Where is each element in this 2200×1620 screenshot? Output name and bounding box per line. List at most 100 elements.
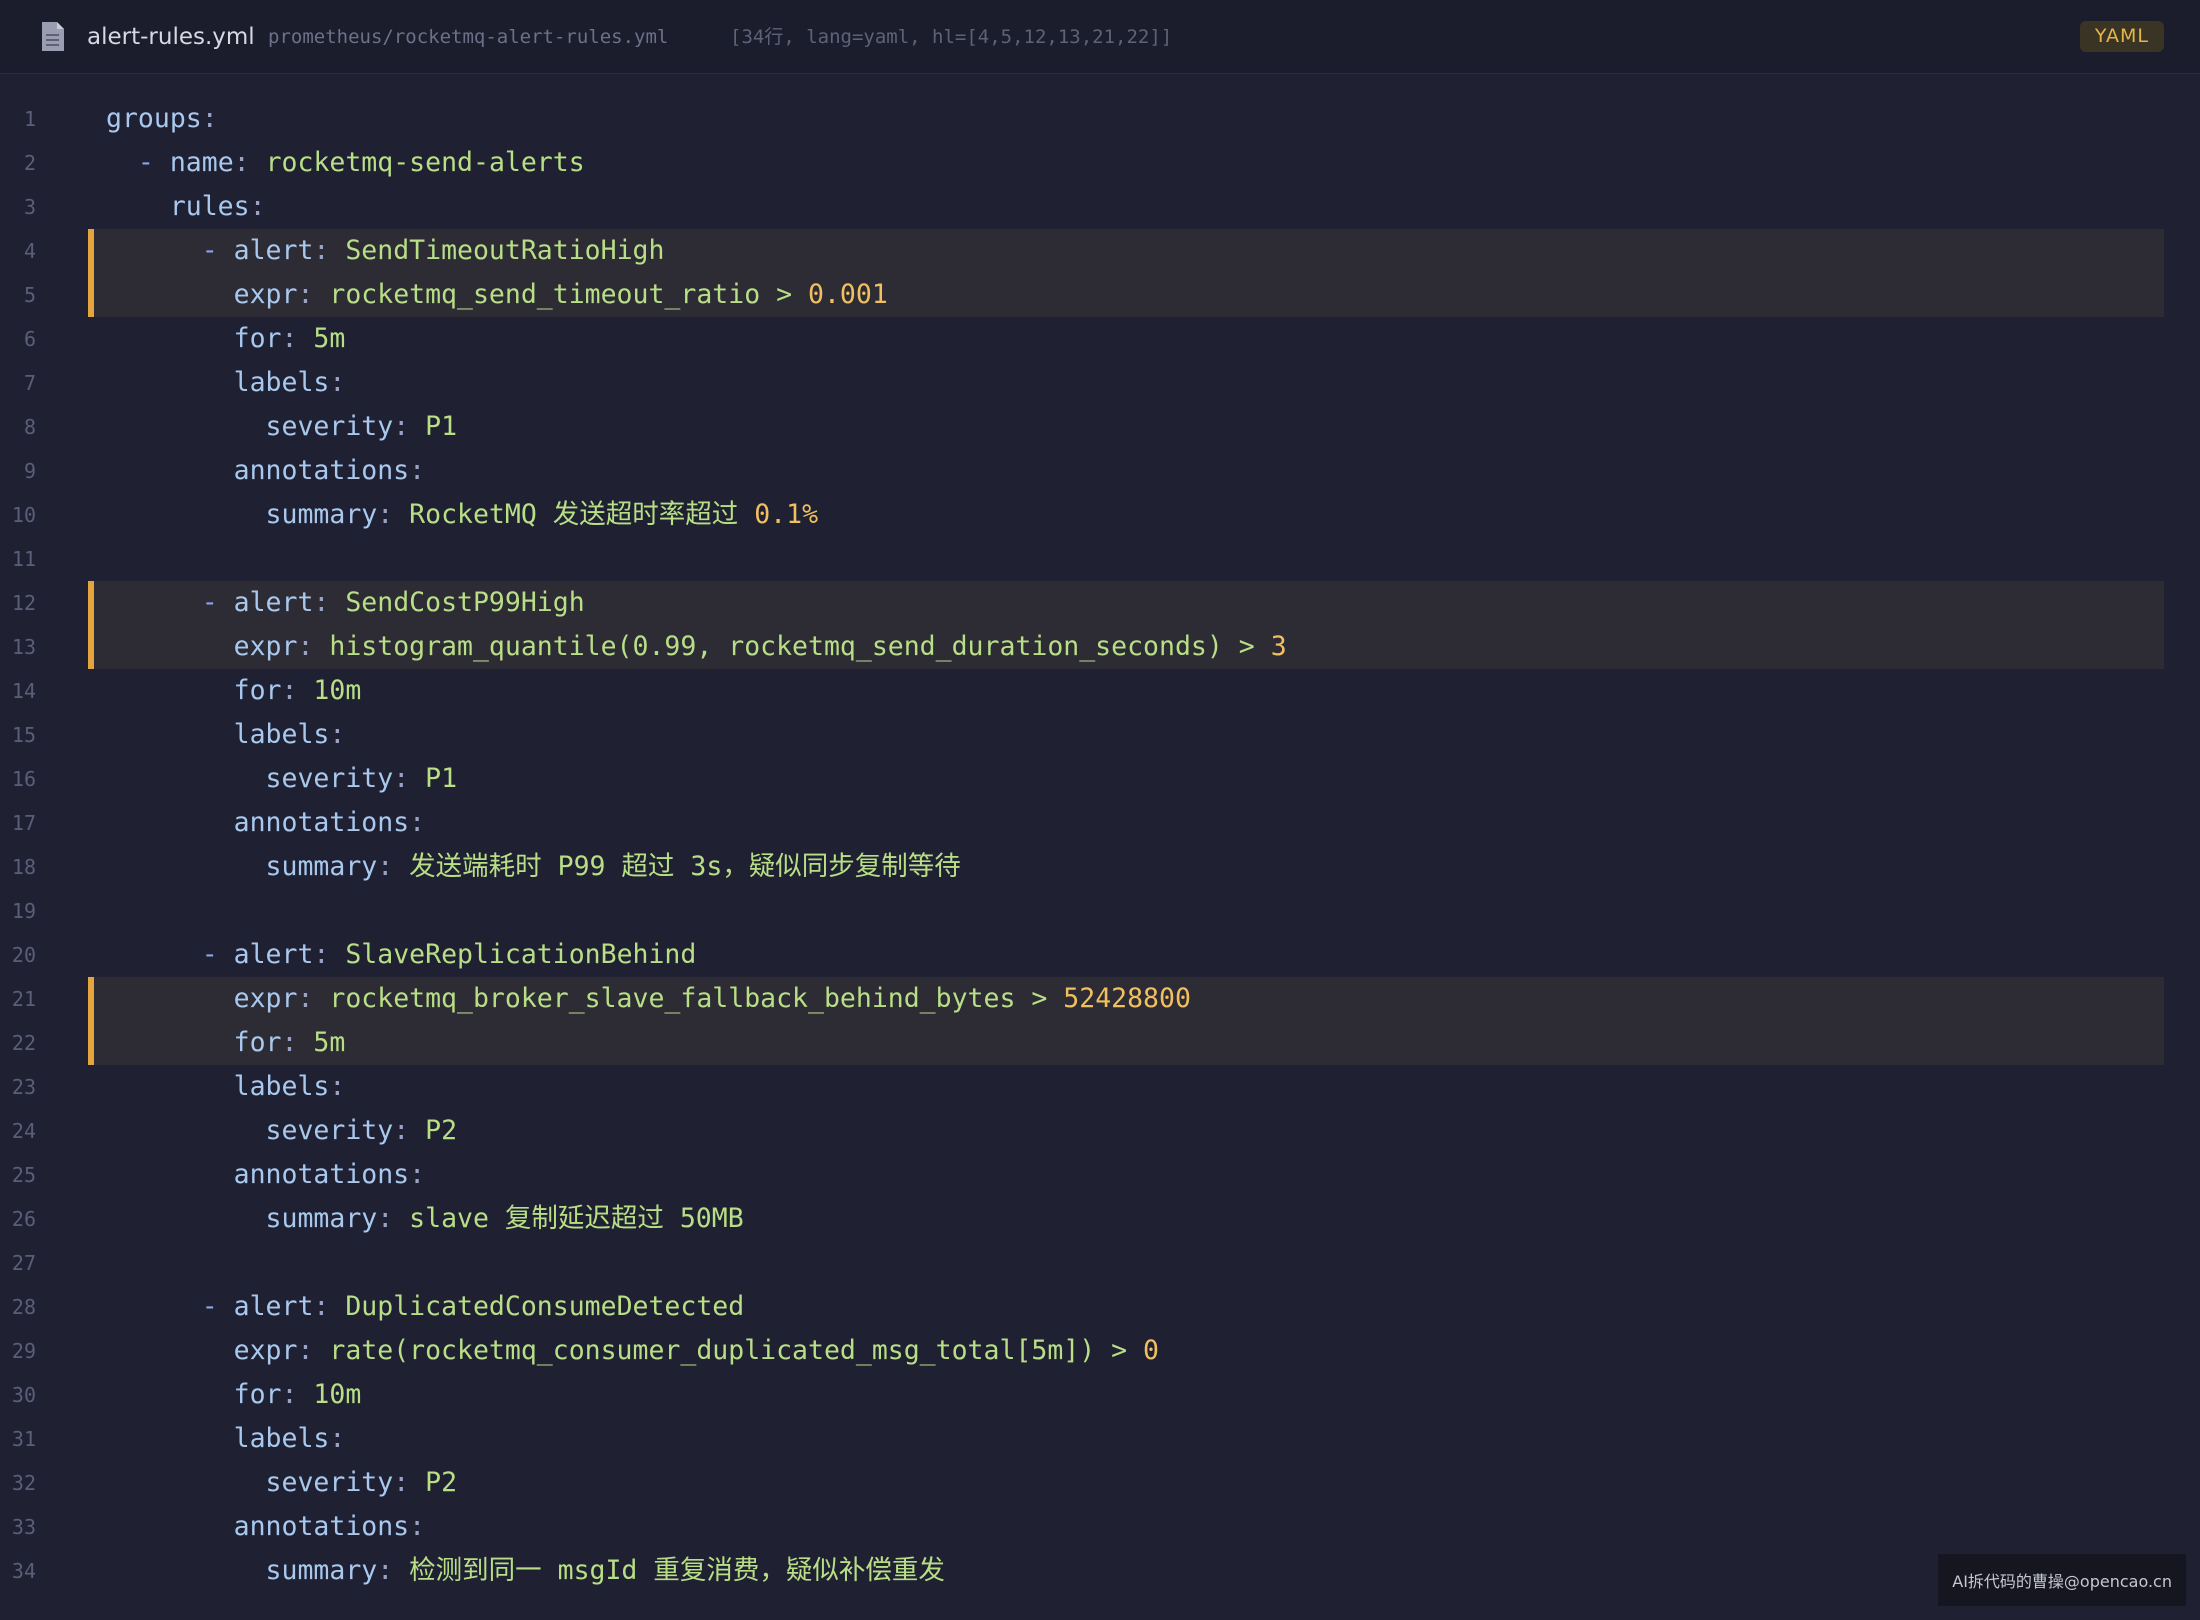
code-token: : <box>281 323 314 354</box>
code-line: 33 annotations: <box>0 1505 2200 1549</box>
file-icon <box>42 22 64 51</box>
code-line: 3 rules: <box>0 185 2200 229</box>
line-text: labels: <box>106 1065 346 1109</box>
line-number: 14 <box>11 679 36 703</box>
code-token: : <box>313 1291 346 1322</box>
file-name: alert-rules.yml <box>87 24 255 50</box>
line-text: labels: <box>106 361 346 405</box>
line-number: 30 <box>11 1383 36 1407</box>
code-token: rocketmq_broker_slave_fallback_behind_by… <box>329 983 1064 1014</box>
code-line: 9 annotations: <box>0 449 2200 493</box>
line-number: 21 <box>11 987 36 1011</box>
code-token: : <box>281 1027 314 1058</box>
code-line: 30 for: 10m <box>0 1373 2200 1417</box>
code-token: P1 <box>425 411 458 442</box>
code-token: labels <box>106 719 330 750</box>
line-number: 5 <box>23 283 36 307</box>
code-token: : <box>281 675 314 706</box>
code-token: : <box>409 1159 426 1190</box>
line-text: severity: P1 <box>106 405 458 449</box>
line-text: expr: rate(rocketmq_consumer_duplicated_… <box>106 1329 1159 1373</box>
code-line: 31 labels: <box>0 1417 2200 1461</box>
line-number: 25 <box>11 1163 36 1187</box>
code-token: P2 <box>425 1115 458 1146</box>
line-number: 32 <box>11 1471 36 1495</box>
code-token: : <box>313 235 346 266</box>
code-token: labels <box>106 367 330 398</box>
code-token: severity <box>106 1467 394 1498</box>
line-number: 26 <box>11 1207 36 1231</box>
code-token: expr <box>106 983 298 1014</box>
code-token: : <box>297 279 330 310</box>
line-number: 1 <box>23 107 36 131</box>
line-text: labels: <box>106 713 346 757</box>
code-line: 25 annotations: <box>0 1153 2200 1197</box>
line-number: 34 <box>11 1559 36 1583</box>
file-path: prometheus/rocketmq-alert-rules.yml <box>268 26 669 48</box>
code-token: : <box>409 1511 426 1542</box>
code-line: 34 summary: 检测到同一 msgId 重复消费，疑似补偿重发 <box>0 1549 2200 1593</box>
code-token: 10m <box>313 675 362 706</box>
code-token: annotations <box>106 807 410 838</box>
code-line: 7 labels: <box>0 361 2200 405</box>
code-line: 16 severity: P1 <box>0 757 2200 801</box>
code-token: - <box>106 1291 234 1322</box>
code-token: : <box>377 499 410 530</box>
code-token: 0 <box>1143 1335 1160 1366</box>
code-token: 10m <box>313 1379 362 1410</box>
code-token: : <box>377 851 410 882</box>
code-line: 24 severity: P2 <box>0 1109 2200 1153</box>
code-token: : <box>409 455 426 486</box>
line-number: 12 <box>11 591 36 615</box>
code-line: 8 severity: P1 <box>0 405 2200 449</box>
code-token: P1 <box>425 763 458 794</box>
code-token: : <box>329 1071 346 1102</box>
code-token: - <box>106 587 234 618</box>
code-token: for <box>106 1379 282 1410</box>
line-number: 6 <box>23 327 36 351</box>
code-token: SendCostP99High <box>345 587 585 618</box>
line-number: 19 <box>11 899 36 923</box>
code-token: SlaveReplicationBehind <box>345 939 697 970</box>
line-text: for: 10m <box>106 669 362 713</box>
code-view[interactable]: 1 groups: 2 - name: rocketmq-send-alerts 3 … <box>0 97 2200 1593</box>
code-line: 26 summary: slave 复制延迟超过 50MB <box>0 1197 2200 1241</box>
line-text: expr: rocketmq_send_timeout_ratio > 0.00… <box>106 273 888 317</box>
code-line: 19 <box>0 889 2200 933</box>
code-token: : <box>393 1467 426 1498</box>
code-token: histogram_quantile(0.99, rocketmq_send_d… <box>329 631 1271 662</box>
line-text: summary: slave 复制延迟超过 50MB <box>106 1197 744 1241</box>
code-line-highlighted: 5 expr: rocketmq_send_timeout_ratio > 0.… <box>0 273 2200 317</box>
code-token: 0.001 <box>808 279 888 310</box>
line-text: severity: P2 <box>106 1109 458 1153</box>
line-number: 3 <box>23 195 36 219</box>
code-line-highlighted: 22 for: 5m <box>0 1021 2200 1065</box>
code-token: : <box>329 719 346 750</box>
line-number: 8 <box>23 415 36 439</box>
line-text: severity: P2 <box>106 1461 458 1505</box>
code-line-highlighted: 21 expr: rocketmq_broker_slave_fallback_… <box>0 977 2200 1021</box>
code-token: P2 <box>425 1467 458 1498</box>
code-line: 18 summary: 发送端耗时 P99 超过 3s，疑似同步复制等待 <box>0 845 2200 889</box>
code-line: 32 severity: P2 <box>0 1461 2200 1505</box>
code-token: - <box>106 147 170 178</box>
code-token: : <box>377 1203 410 1234</box>
line-number: 27 <box>11 1251 36 1275</box>
code-token: : <box>297 983 330 1014</box>
line-number: 16 <box>11 767 36 791</box>
code-line: 17 annotations: <box>0 801 2200 845</box>
code-token: expr <box>106 1335 298 1366</box>
code-token: SendTimeoutRatioHigh <box>345 235 665 266</box>
code-token: groups <box>106 103 202 134</box>
line-text: for: 10m <box>106 1373 362 1417</box>
code-token: DuplicatedConsumeDetected <box>345 1291 745 1322</box>
line-number: 13 <box>11 635 36 659</box>
code-token: 3 <box>1270 631 1287 662</box>
code-token: labels <box>106 1071 330 1102</box>
line-text: - name: rocketmq-send-alerts <box>106 141 585 185</box>
code-token: : <box>233 147 266 178</box>
line-number: 24 <box>11 1119 36 1143</box>
code-token: rules <box>106 191 250 222</box>
code-token: 5m <box>313 323 346 354</box>
line-text: - alert: SendTimeoutRatioHigh <box>106 229 665 273</box>
